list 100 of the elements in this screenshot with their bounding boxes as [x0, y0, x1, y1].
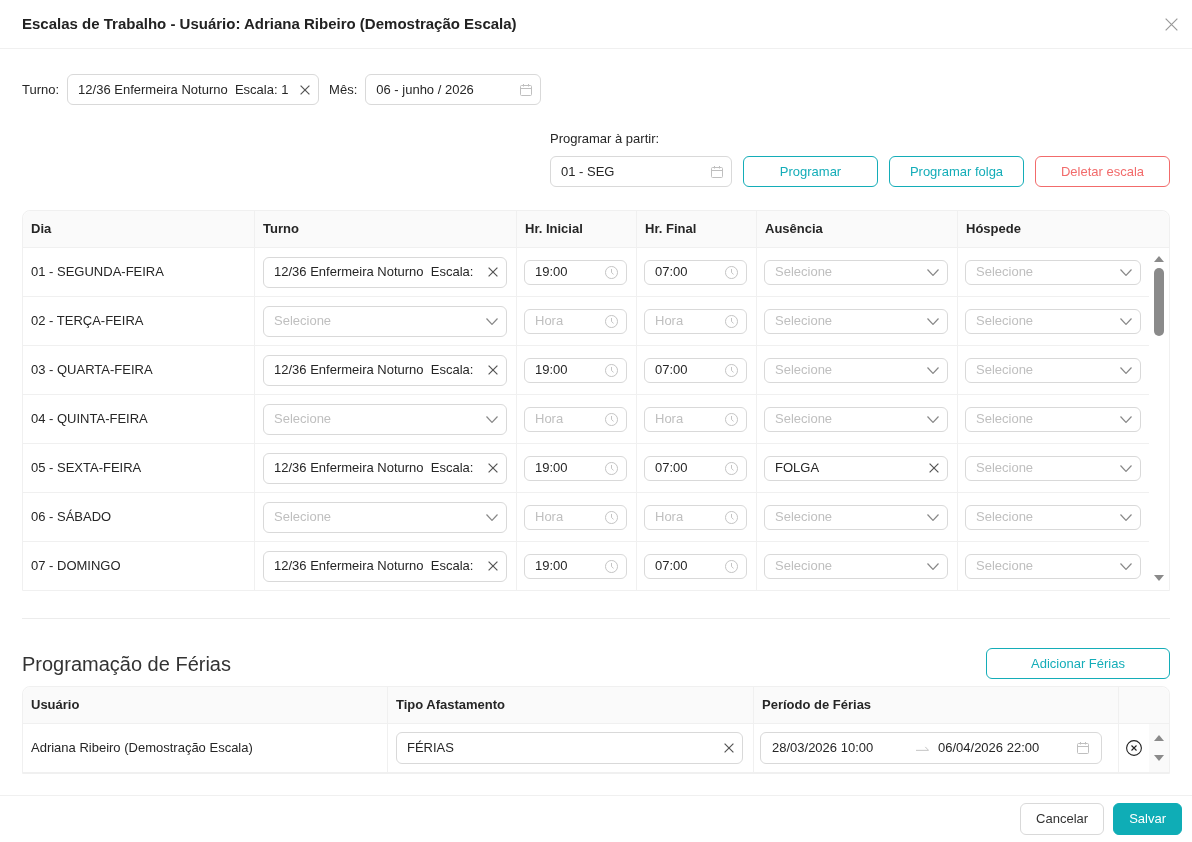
clear-icon[interactable] — [488, 267, 498, 277]
delete-button[interactable]: Deletar escala — [1035, 156, 1170, 187]
table-cell-text: 07 - DOMINGO — [31, 557, 121, 576]
field-label: Mês: — [329, 80, 358, 99]
column-header: Hr. Inicial — [517, 211, 637, 247]
field-label: Turno: — [22, 80, 60, 99]
scroll-down-icon[interactable] — [1154, 575, 1164, 581]
absence-select[interactable]: Selecione — [764, 406, 948, 432]
shift-select[interactable]: 12/36 Enfermeira Noturno Escala: — [263, 452, 507, 484]
guest-select[interactable]: Selecione — [965, 259, 1141, 285]
guest-select[interactable]: Selecione — [965, 455, 1141, 481]
calendar-icon[interactable] — [520, 83, 533, 96]
field-label: Programar à partir: — [550, 131, 660, 147]
chevron-down-icon[interactable] — [1120, 513, 1132, 521]
column-header: Ausência — [757, 211, 958, 247]
time-field[interactable]: Hora — [644, 308, 747, 334]
remove-icon[interactable] — [1126, 740, 1142, 756]
chevron-down-icon[interactable] — [927, 415, 939, 423]
chevron-down-icon[interactable] — [927, 513, 939, 521]
shift-select[interactable]: Selecione — [263, 305, 507, 337]
shift-select[interactable]: 12/36 Enfermeira Noturno Escala: 1 — [67, 74, 320, 105]
table-cell-text: Adriana Ribeiro (Demostração Escala) — [31, 739, 253, 758]
action-button[interactable]: Programar folga — [889, 156, 1024, 187]
column-header: Usuário — [23, 687, 388, 723]
guest-select[interactable]: Selecione — [965, 357, 1141, 383]
table-cell-text: 06 - SÁBADO — [31, 508, 112, 527]
clear-icon[interactable] — [929, 463, 939, 473]
table-cell-text: 04 - QUINTA-FEIRA — [31, 410, 148, 429]
chevron-down-icon[interactable] — [927, 268, 939, 276]
date-range-field[interactable]: 28/03/2026 10:00 06/04/2026 22:00 — [760, 732, 1102, 764]
clear-icon[interactable] — [724, 743, 734, 753]
time-field[interactable]: 07:00 — [644, 455, 747, 481]
absence-select[interactable]: Selecione — [764, 357, 948, 383]
time-field[interactable]: Hora — [524, 504, 627, 530]
shift-select[interactable]: Selecione — [263, 501, 507, 533]
chevron-down-icon[interactable] — [486, 513, 498, 521]
time-field[interactable]: 07:00 — [644, 259, 747, 285]
absence-select[interactable]: Selecione — [764, 553, 948, 579]
guest-select[interactable]: Selecione — [965, 406, 1141, 432]
time-field[interactable]: 07:00 — [644, 357, 747, 383]
time-field[interactable]: Hora — [644, 504, 747, 530]
scrollbar-thumb[interactable] — [1154, 268, 1164, 336]
dialog-title: Escalas de Trabalho - Usuário: Adriana Ribeiro (Demostração Escala) — [22, 13, 517, 34]
chevron-down-icon[interactable] — [927, 317, 939, 325]
clear-icon[interactable] — [488, 463, 498, 473]
guest-select[interactable]: Selecione — [965, 504, 1141, 530]
time-field[interactable]: 19:00 — [524, 357, 627, 383]
chevron-down-icon[interactable] — [486, 317, 498, 325]
guest-select[interactable]: Selecione — [965, 553, 1141, 579]
shift-select[interactable]: 12/36 Enfermeira Noturno Escala: — [263, 354, 507, 386]
scroll-up-icon[interactable] — [1154, 256, 1164, 262]
scroll-down-icon[interactable] — [1154, 755, 1164, 761]
clear-icon[interactable] — [488, 365, 498, 375]
table-cell-text: 03 - QUARTA-FEIRA — [31, 361, 153, 380]
shift-select[interactable]: 12/36 Enfermeira Noturno Escala: — [263, 550, 507, 582]
column-header: Dia — [23, 211, 255, 247]
absence-select[interactable]: FOLGA — [764, 455, 948, 481]
chevron-down-icon[interactable] — [1120, 317, 1132, 325]
time-field[interactable]: Hora — [524, 308, 627, 334]
close-icon[interactable] — [1165, 17, 1178, 31]
chevron-down-icon[interactable] — [1120, 366, 1132, 374]
calendar-icon[interactable] — [711, 165, 723, 178]
clear-icon[interactable] — [488, 561, 498, 571]
chevron-down-icon[interactable] — [927, 366, 939, 374]
time-field[interactable]: 19:00 — [524, 553, 627, 579]
column-header: Turno — [255, 211, 517, 247]
action-button[interactable]: Adicionar Férias — [986, 648, 1170, 679]
column-header: Tipo Afastamento — [388, 687, 754, 723]
absence-select[interactable]: Selecione — [764, 504, 948, 530]
save-button[interactable]: Salvar — [1113, 803, 1182, 835]
section-title: Programação de Férias — [22, 651, 231, 677]
month-picker[interactable]: 06 - junho / 2026 — [365, 74, 542, 105]
column-header: Hóspede — [965, 220, 1022, 239]
shift-select[interactable]: Selecione — [263, 403, 507, 435]
chevron-down-icon[interactable] — [1120, 415, 1132, 423]
time-field[interactable]: 19:00 — [524, 259, 627, 285]
leave-type-select[interactable]: FÉRIAS — [396, 732, 743, 764]
cancel-button[interactable]: Cancelar — [1020, 803, 1105, 835]
guest-select[interactable]: Selecione — [965, 308, 1141, 334]
time-field[interactable]: 07:00 — [644, 553, 747, 579]
column-header: Período de Férias — [754, 687, 1119, 723]
chevron-down-icon[interactable] — [1120, 464, 1132, 472]
shift-select[interactable]: 12/36 Enfermeira Noturno Escala: — [263, 256, 507, 288]
absence-select[interactable]: Selecione — [764, 259, 948, 285]
absence-select[interactable]: Selecione — [764, 308, 948, 334]
time-field[interactable]: Hora — [644, 406, 747, 432]
time-field[interactable]: 19:00 — [524, 455, 627, 481]
clear-icon[interactable] — [300, 84, 311, 95]
table-cell-text: 05 - SEXTA-FEIRA — [31, 459, 142, 478]
table-cell-text: 02 - TERÇA-FEIRA — [31, 312, 144, 331]
chevron-down-icon[interactable] — [486, 415, 498, 423]
time-field[interactable]: Hora — [524, 406, 627, 432]
calendar-icon[interactable] — [1077, 742, 1089, 754]
scroll-up-icon[interactable] — [1154, 735, 1164, 741]
chevron-down-icon[interactable] — [1120, 268, 1132, 276]
column-header: Hr. Final — [637, 211, 757, 247]
start-day-picker[interactable]: 01 - SEG — [550, 156, 732, 187]
action-button[interactable]: Programar — [743, 156, 878, 187]
chevron-down-icon[interactable] — [927, 562, 939, 570]
chevron-down-icon[interactable] — [1120, 562, 1132, 570]
